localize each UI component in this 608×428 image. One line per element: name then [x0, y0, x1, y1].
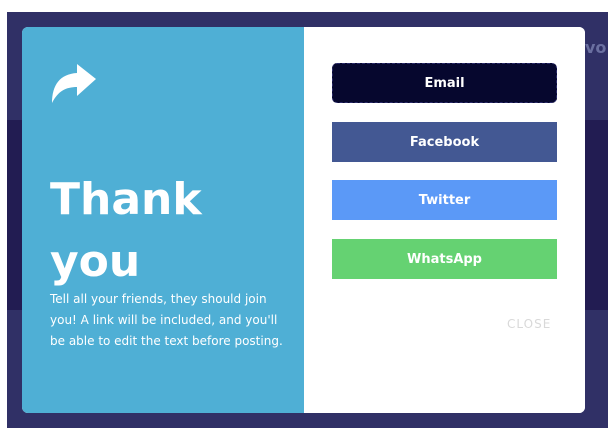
email-button-label: Email: [424, 75, 465, 91]
twitter-button[interactable]: Twitter: [332, 180, 557, 220]
twitter-button-label: Twitter: [418, 192, 471, 208]
close-button[interactable]: CLOSE: [507, 317, 551, 331]
facebook-button-label: Facebook: [409, 134, 480, 150]
share-arrow-icon: [52, 64, 96, 103]
title-line-1: Thank: [50, 174, 202, 225]
background-text: vo: [585, 38, 607, 57]
facebook-button[interactable]: Facebook: [332, 122, 557, 162]
page-title: Thank you: [50, 169, 290, 293]
email-button[interactable]: Email: [332, 63, 557, 103]
share-options-panel: Email Facebook Twitter WhatsApp CLOSE: [304, 27, 585, 413]
title-line-2: you: [50, 236, 141, 287]
whatsapp-button-label: WhatsApp: [407, 251, 482, 267]
share-modal: Thank you Tell all your friends, they sh…: [22, 27, 585, 413]
thank-you-panel: Thank you Tell all your friends, they sh…: [22, 27, 304, 413]
share-message: Tell all your friends, they should join …: [50, 292, 283, 348]
whatsapp-button[interactable]: WhatsApp: [332, 239, 557, 279]
